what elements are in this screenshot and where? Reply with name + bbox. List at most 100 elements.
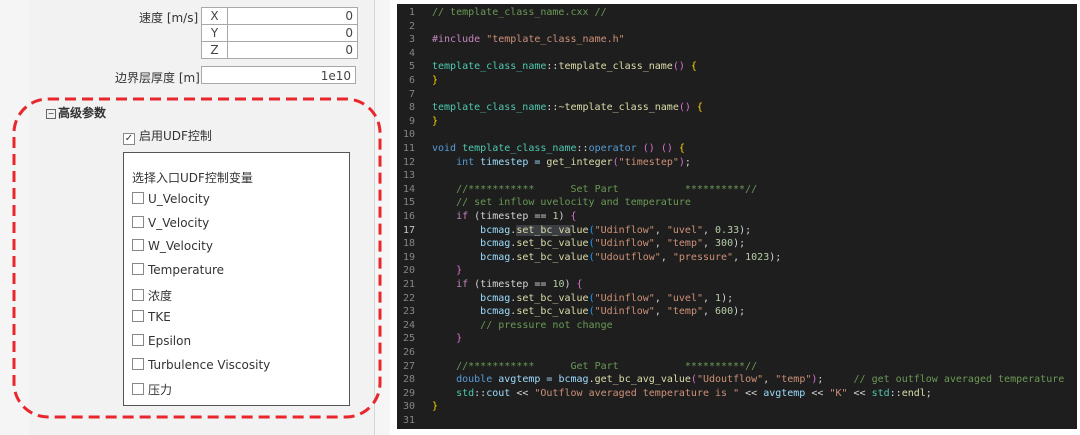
brace: {	[690, 61, 697, 73]
function: template_class_name	[558, 61, 673, 73]
function: set_bc_value	[516, 292, 589, 304]
speed-z-input[interactable]: 0	[228, 42, 357, 58]
keyword: if	[456, 279, 469, 290]
line-number: 5	[408, 61, 415, 73]
function: get_bc_avg_value	[594, 374, 691, 386]
comment: //*********** Get Part **********//	[456, 360, 758, 372]
code: cout	[486, 387, 511, 399]
scope-op: ::	[474, 387, 487, 399]
code: ,	[654, 292, 667, 304]
properties-panel: 速度 [m/s] X 0 Y 0 Z 0 边界层厚度 [m] 1e10 − 高级参…	[0, 0, 390, 435]
string: "Udinflow"	[594, 224, 655, 236]
comment: // pressure not change	[480, 319, 613, 331]
speed-x-input[interactable]: 0	[228, 8, 357, 24]
code: (timestep ==	[468, 211, 553, 222]
line-number: 19	[402, 251, 415, 263]
speed-row-x: X 0	[202, 8, 357, 25]
string: "Outflow averaged temperature is "	[534, 387, 740, 399]
line-number: 3	[408, 34, 415, 46]
code: );	[721, 292, 734, 304]
preprocessor: #include	[432, 34, 481, 46]
brace: {	[570, 211, 577, 222]
line-number: 1	[408, 7, 415, 18]
line-number: 13	[402, 170, 415, 182]
code: ,	[660, 251, 673, 263]
code: ;	[817, 374, 824, 386]
string: "K"	[829, 387, 848, 399]
code: <<	[510, 387, 535, 399]
code-editor[interactable]: 1 // template_class_name.cxx // 2 3 #inclu…	[397, 4, 1077, 429]
code: bcmag	[480, 238, 511, 250]
code: ;	[925, 387, 932, 399]
brace: }	[456, 265, 463, 277]
speed-row-y: Y 0	[202, 25, 357, 42]
code: ,	[702, 306, 716, 318]
brace: {	[678, 143, 685, 154]
brace: {	[576, 279, 583, 290]
axis-label: X	[202, 8, 228, 24]
string: "uvel"	[666, 292, 703, 304]
function: set_bc_value	[516, 306, 589, 318]
comment: // set inflow uvelocity and temperature	[456, 197, 691, 209]
string: "temp"	[666, 238, 703, 250]
parens: ()	[636, 143, 661, 154]
code: avgtemp =	[492, 374, 559, 386]
string: "template_class_name.h"	[486, 34, 625, 46]
function: set_bc_value	[516, 238, 589, 250]
line-number: 14	[402, 183, 415, 195]
string: "temp"	[666, 306, 703, 318]
number: 0.33	[715, 224, 740, 236]
speed-y-input[interactable]: 0	[228, 25, 357, 41]
brace: {	[696, 102, 703, 114]
parens: ()	[672, 61, 691, 73]
code: <<	[739, 387, 764, 399]
keyword: void	[432, 143, 457, 154]
code: bcmag	[480, 251, 511, 263]
highlight-annotation	[12, 97, 382, 419]
code: avgtemp	[763, 387, 806, 399]
type: template_class_name	[432, 61, 547, 73]
number: 600	[715, 306, 734, 318]
code: ;	[684, 156, 691, 168]
string: "timestep"	[618, 156, 679, 168]
line-number: 24	[402, 319, 415, 331]
line-number: 8	[408, 102, 415, 114]
line-number: 15	[402, 197, 415, 209]
line-number: 25	[402, 333, 415, 345]
scope-op: ::	[889, 387, 902, 399]
function: get_integer	[546, 156, 613, 168]
type: template_class_name	[462, 143, 577, 154]
code: )	[564, 279, 577, 290]
line-number: 21	[402, 279, 415, 290]
code: ,	[702, 238, 716, 250]
line-number: 6	[408, 75, 415, 86]
code: <<	[805, 387, 830, 399]
string: "Udoutflow"	[696, 374, 764, 386]
scope-op: ::	[576, 143, 589, 154]
line-number: 27	[402, 360, 415, 372]
speed-table: X 0 Y 0 Z 0	[201, 7, 358, 59]
line-number: 7	[408, 88, 415, 100]
code: timestep =	[474, 156, 547, 168]
code: ,	[654, 306, 667, 318]
line-number: 22	[402, 292, 415, 304]
speed-label: 速度 [m/s]	[139, 11, 199, 25]
line-number: 28	[402, 374, 415, 386]
scope-op: ::	[546, 61, 559, 73]
code: ,	[654, 238, 667, 250]
scope-op: ::	[546, 102, 559, 114]
code: (timestep ==	[468, 279, 553, 290]
selection-highlight: set_bc_va	[516, 224, 571, 236]
line-number: 20	[402, 265, 415, 277]
line-number: 11	[402, 143, 415, 154]
brace: }	[432, 115, 439, 127]
line-number: 4	[408, 47, 415, 59]
code: bcmag	[480, 224, 511, 236]
boundary-layer-input[interactable]: 1e10	[201, 66, 356, 84]
boundary-layer-label: 边界层厚度 [m]	[115, 71, 200, 85]
line-number: 16	[402, 211, 415, 222]
function: endl	[901, 387, 926, 399]
parens: ()	[660, 143, 679, 154]
brace: }	[432, 401, 439, 413]
code: bcmag	[480, 306, 511, 318]
